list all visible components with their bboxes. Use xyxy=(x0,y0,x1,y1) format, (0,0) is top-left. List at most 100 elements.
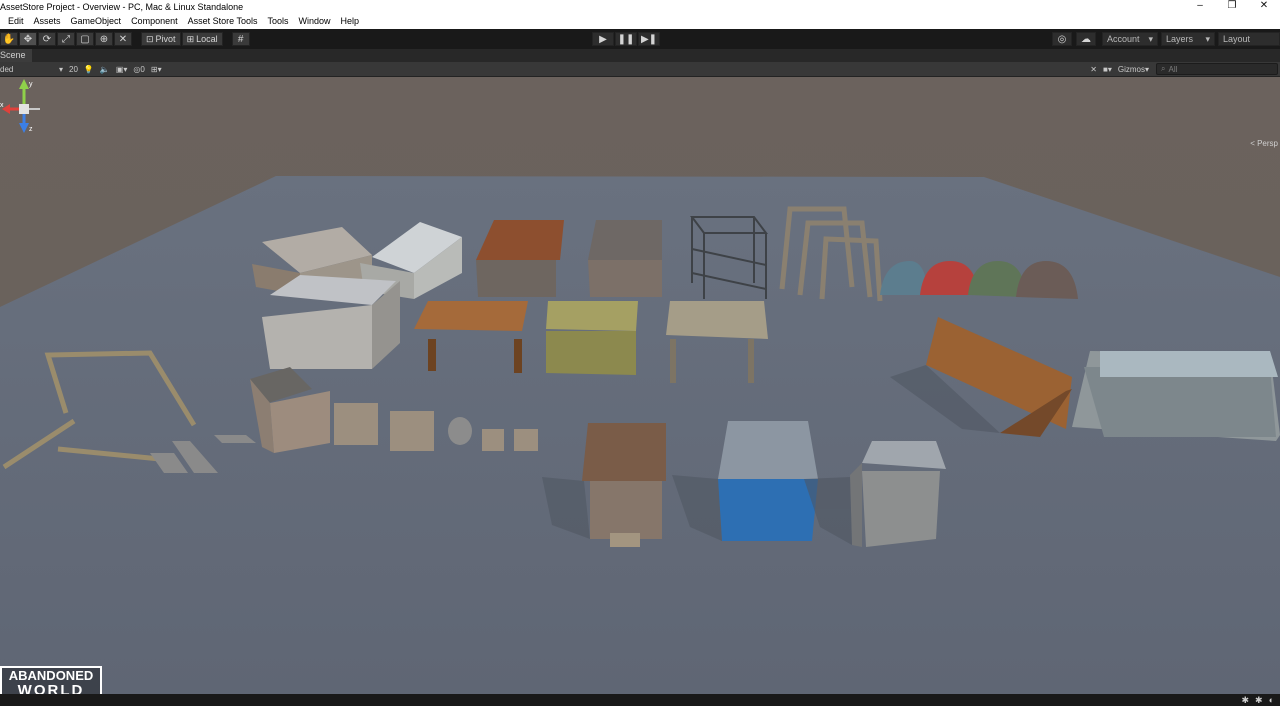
transform-tool-button[interactable]: ⊕ xyxy=(95,32,113,46)
account-dropdown[interactable]: Account ▾ xyxy=(1102,32,1158,46)
menu-help[interactable]: Help xyxy=(336,14,365,29)
rotate-tool-button[interactable]: ⟳ xyxy=(38,32,56,46)
menu-bar: Edit Assets GameObject Component Asset S… xyxy=(0,14,1280,29)
tools-toggle[interactable]: ✕ xyxy=(1087,63,1100,76)
layers-dropdown[interactable]: Layers ▾ xyxy=(1161,32,1215,46)
dropdown-arrow-icon: ▾ xyxy=(1205,33,1210,44)
lighting-toggle[interactable]: 💡 xyxy=(81,63,97,76)
search-icon: ⌕ xyxy=(1161,64,1166,73)
grid-snap-icon: # xyxy=(237,33,244,45)
local-label: Local xyxy=(196,34,218,44)
bug-icon[interactable]: ✱ xyxy=(1241,695,1249,706)
grid-size-field[interactable]: 20 xyxy=(66,63,81,76)
menu-gameobject[interactable]: GameObject xyxy=(66,14,127,29)
grid-toggle[interactable]: ⊞▾ xyxy=(148,63,165,76)
camera-icon: ■▾ xyxy=(1103,65,1112,74)
step-icon: ▶❚ xyxy=(640,33,658,45)
audio-toggle[interactable]: 🔈 xyxy=(97,63,113,76)
rotate-icon: ⟳ xyxy=(42,33,52,45)
cloud-button[interactable]: ☁ xyxy=(1076,32,1096,46)
gizmos-dropdown[interactable]: Gizmos ▾ xyxy=(1115,63,1152,76)
play-icon: ▶ xyxy=(599,33,607,45)
scale-tool-button[interactable]: ⤢ xyxy=(57,32,75,46)
play-controls: ▶ ❚❚ ▶❚ xyxy=(592,32,661,46)
gizmo-y-label: y xyxy=(29,81,33,88)
pivot-toggle[interactable]: ⊡ Pivot xyxy=(141,32,181,46)
pivot-icon: ⊡ xyxy=(146,33,154,44)
dropdown-arrow-icon: ▾ xyxy=(58,64,63,74)
move-icon: ✥ xyxy=(23,33,33,45)
custom-tool-icon: ✕ xyxy=(118,33,128,45)
scene-viewport[interactable]: x y z < Persp ABANDONED WORLD xyxy=(0,77,1280,694)
rect-tool-button[interactable]: ▢ xyxy=(76,32,94,46)
projection-label[interactable]: < Persp xyxy=(1250,139,1278,148)
tab-scene-label: Scene xyxy=(0,50,26,60)
audio-icon: 🔈 xyxy=(99,64,110,74)
lighting-progress-icon[interactable]: ◐ xyxy=(1269,695,1274,706)
orientation-gizmo[interactable]: x y z xyxy=(0,77,48,145)
dropdown-arrow-icon: ▾ xyxy=(1148,33,1153,44)
garage-brick xyxy=(588,220,662,297)
draw-mode-label: ded xyxy=(0,64,14,74)
wooden-hut xyxy=(582,423,666,547)
menu-asset-store-tools[interactable]: Asset Store Tools xyxy=(183,14,263,29)
play-button[interactable]: ▶ xyxy=(592,32,614,46)
step-button[interactable]: ▶❚ xyxy=(638,32,660,46)
collab-button[interactable]: ◎ xyxy=(1052,32,1072,46)
menu-edit[interactable]: Edit xyxy=(0,14,29,29)
draw-mode-dropdown[interactable]: ded ▾ xyxy=(0,63,66,76)
pause-icon: ❚❚ xyxy=(617,33,635,45)
rect-icon: ▢ xyxy=(80,33,90,45)
tools-icon: ✕ xyxy=(1090,65,1097,74)
maximize-button[interactable]: ❐ xyxy=(1216,0,1248,14)
close-button[interactable]: ✕ xyxy=(1248,0,1280,14)
network-icon[interactable]: ✱ xyxy=(1255,695,1263,706)
abandoned-world-logo: ABANDONED WORLD xyxy=(0,666,102,694)
eye-slash-icon: ◎ xyxy=(133,64,141,74)
garage-rust-roof xyxy=(476,220,564,297)
effects-dropdown[interactable]: ▣▾ xyxy=(113,63,131,76)
trailer-silver xyxy=(1072,351,1280,441)
cloud-icon: ☁ xyxy=(1081,33,1091,45)
layout-dropdown[interactable]: Layout xyxy=(1218,32,1280,46)
hand-icon: ✋ xyxy=(2,33,16,45)
main-toolbar: ✋ ✥ ⟳ ⤢ ▢ ⊕ ✕ ⊡ Pivot ⊞ Local # ▶ ❚❚ ▶❚ … xyxy=(0,29,1280,49)
menu-assets[interactable]: Assets xyxy=(29,14,66,29)
snap-button[interactable]: # xyxy=(231,32,250,46)
menu-component[interactable]: Component xyxy=(126,14,183,29)
hand-tool-button[interactable]: ✋ xyxy=(0,32,18,46)
move-tool-button[interactable]: ✥ xyxy=(19,32,37,46)
camera-dropdown[interactable]: ■▾ xyxy=(1100,63,1115,76)
market-stall-green xyxy=(546,301,638,375)
toolbar-right: ◎ ☁ Account ▾ Layers ▾ Layout xyxy=(1052,32,1280,46)
search-placeholder: All xyxy=(1168,64,1178,74)
custom-tool-button[interactable]: ✕ xyxy=(114,32,132,46)
hidden-objects-toggle[interactable]: ◎ 0 xyxy=(130,63,147,76)
grid-icon: ⊞▾ xyxy=(150,64,162,74)
account-label: Account xyxy=(1107,34,1140,44)
window-title: AssetStore Project - Overview - PC, Mac … xyxy=(0,2,244,12)
scene-toolbar: ded ▾ 20 💡 🔈 ▣▾ ◎ 0 ⊞▾ ✕ ■▾ Gizmos ▾ ⌕ A… xyxy=(0,62,1280,77)
logo-line-2: WORLD xyxy=(17,682,85,694)
pause-button[interactable]: ❚❚ xyxy=(615,32,637,46)
menu-window[interactable]: Window xyxy=(293,14,335,29)
title-bar: AssetStore Project - Overview - PC, Mac … xyxy=(0,0,1280,14)
dropdown-arrow-icon: ▾ xyxy=(1144,65,1149,74)
scene-search-input[interactable]: ⌕ All xyxy=(1156,63,1278,75)
kiosk-white xyxy=(262,275,400,369)
collab-icon: ◎ xyxy=(1057,33,1067,45)
gizmo-z-label: z xyxy=(29,126,33,133)
scene-toolbar-right: ✕ ■▾ Gizmos ▾ xyxy=(1087,63,1152,76)
scene-render xyxy=(0,176,1280,694)
scale-icon: ⤢ xyxy=(62,33,70,45)
minimize-button[interactable]: – xyxy=(1184,0,1216,14)
status-icons: ✱ ✱ ◐ xyxy=(1241,695,1274,706)
gizmos-label: Gizmos xyxy=(1117,65,1145,74)
tab-scene[interactable]: Scene xyxy=(0,49,32,62)
status-bar: ✱ ✱ ◐ xyxy=(0,694,1280,706)
gizmo-x-label: x xyxy=(0,102,4,109)
hidden-count: 0 xyxy=(140,64,145,74)
local-toggle[interactable]: ⊞ Local xyxy=(181,32,223,46)
window-controls: – ❐ ✕ xyxy=(1184,0,1280,14)
menu-tools[interactable]: Tools xyxy=(262,14,293,29)
